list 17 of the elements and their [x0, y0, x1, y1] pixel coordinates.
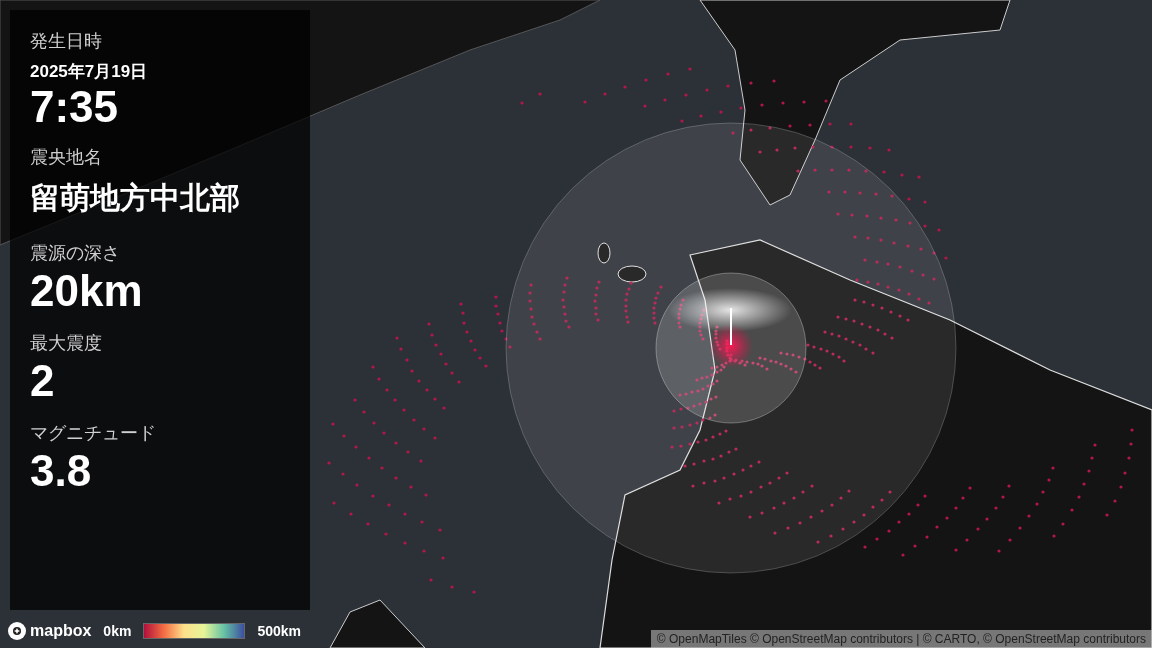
logo-icon — [8, 622, 26, 640]
field-value: 3.8 — [30, 446, 92, 496]
field-label: マグニチュード — [30, 422, 156, 445]
field-label: 震央地名 — [30, 146, 102, 169]
field-value: 留萌地方中北部 — [30, 180, 240, 216]
field-value: 7:35 — [30, 84, 119, 130]
field-label: 発生日時 — [30, 30, 102, 53]
field-value: 20km — [30, 266, 143, 316]
date-text: 2025年7月19日 — [30, 61, 148, 83]
logo[interactable]: mapbox — [8, 622, 92, 640]
map-attribution: © OpenMapTiles © OpenStreetMap contributors | © CARTO, © OpenStreetMap contributors — [650, 630, 1152, 648]
field-label: 震源の深さ — [30, 242, 120, 265]
legend-max: 500km — [257, 623, 301, 639]
legend-min: 0km — [103, 623, 132, 639]
field-label: 最大震度 — [30, 332, 102, 355]
field-value: 2 — [30, 356, 55, 406]
logo-text: mapbox — [30, 622, 92, 640]
